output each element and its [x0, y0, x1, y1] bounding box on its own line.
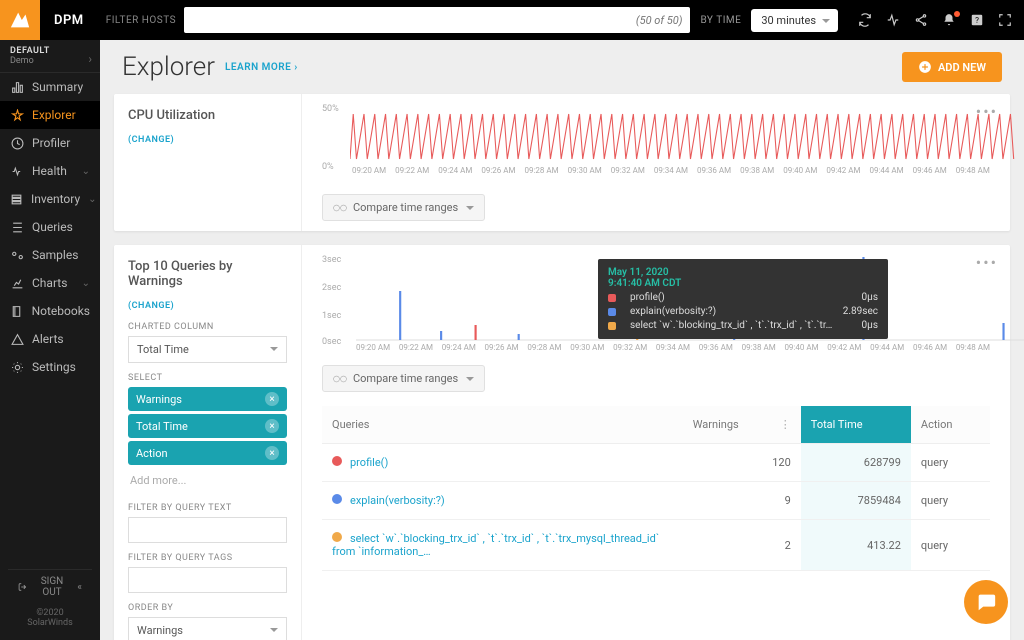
settings-icon	[10, 361, 24, 374]
charted-column-select[interactable]: Total Time	[128, 336, 287, 363]
sidebar-item-inventory[interactable]: Inventory⌄	[0, 185, 100, 213]
filter-hosts-input[interactable]	[184, 7, 690, 33]
queries-icon	[10, 221, 24, 234]
alerts-icon	[10, 333, 24, 346]
chart-tooltip: May 11, 2020 9:41:40 AM CDT profile()0µs…	[598, 259, 888, 339]
change-link[interactable]: (CHANGE)	[128, 135, 174, 145]
profiler-icon	[10, 137, 24, 150]
main-content: Explorer LEARN MORE › ADD NEW ••• CPU Ut…	[100, 40, 1024, 640]
add-more-button[interactable]: Add more...	[128, 468, 287, 493]
svg-text:?: ?	[975, 15, 979, 25]
sign-out-button[interactable]: SIGN OUT «	[8, 569, 92, 604]
collapse-icon[interactable]: «	[77, 582, 82, 593]
cpu-card: ••• CPU Utilization (CHANGE) 50% 0% 09:2…	[114, 94, 1010, 231]
remove-icon[interactable]: ×	[265, 419, 279, 433]
sidebar: DEFAULT Demo › SummaryExplorerProfilerHe…	[0, 40, 100, 640]
topbar: DPM FILTER HOSTS BY TIME 30 minutes ?	[0, 0, 1024, 40]
help-icon[interactable]: ?	[970, 13, 984, 27]
share-icon[interactable]	[914, 13, 928, 27]
top-card-title: Top 10 Queries by Warnings	[128, 259, 287, 289]
table-row[interactable]: profile()120628799query	[322, 444, 990, 482]
sidebar-item-notebooks[interactable]: Notebooks	[0, 297, 100, 325]
chip-warnings[interactable]: Warnings×	[128, 387, 287, 411]
top-queries-card: ••• Top 10 Queries by Warnings (CHANGE) …	[114, 245, 1010, 640]
samples-icon	[10, 249, 24, 262]
queries-chart[interactable]: 3sec 2sec 1sec 0sec	[322, 255, 990, 355]
col-action[interactable]: Action	[911, 406, 990, 444]
col-warnings[interactable]: Warnings ⋮	[683, 406, 801, 444]
sidebar-item-settings[interactable]: Settings	[0, 353, 100, 381]
filter-hosts-label: FILTER HOSTS	[98, 15, 184, 26]
queries-table: Queries Warnings ⋮ Total Time Action pro…	[322, 406, 990, 571]
sidebar-item-health[interactable]: Health⌄	[0, 157, 100, 185]
time-range-select[interactable]: 30 minutes	[751, 9, 838, 32]
activity-icon[interactable]	[886, 13, 900, 27]
charts-icon	[10, 277, 24, 290]
chip-action[interactable]: Action×	[128, 441, 287, 465]
sidebar-item-profiler[interactable]: Profiler	[0, 129, 100, 157]
chevron-down-icon: ⌄	[88, 194, 96, 205]
remove-icon[interactable]: ×	[265, 392, 279, 406]
chevron-right-icon: ›	[88, 52, 92, 66]
explorer-icon	[10, 109, 24, 122]
col-total-time[interactable]: Total Time	[801, 406, 911, 444]
chip-total-time[interactable]: Total Time×	[128, 414, 287, 438]
chevron-down-icon: ⌄	[82, 278, 90, 289]
inventory-icon	[10, 193, 23, 206]
fullscreen-icon[interactable]	[998, 13, 1012, 27]
environment-selector[interactable]: DEFAULT Demo ›	[0, 40, 100, 73]
chat-fab[interactable]	[964, 580, 1008, 624]
bell-icon[interactable]	[942, 13, 956, 27]
filter-query-tags-input[interactable]	[128, 567, 287, 593]
notebooks-icon	[10, 305, 24, 318]
brand: DPM	[40, 13, 98, 28]
refresh-icon[interactable]	[858, 13, 872, 27]
sidebar-item-explorer[interactable]: Explorer	[0, 101, 100, 129]
learn-more-link[interactable]: LEARN MORE ›	[225, 62, 298, 73]
sidebar-item-summary[interactable]: Summary	[0, 73, 100, 101]
add-new-button[interactable]: ADD NEW	[902, 52, 1002, 82]
table-row[interactable]: select `w`.`blocking_trx_id` , `t`.`trx_…	[322, 520, 990, 571]
sidebar-item-queries[interactable]: Queries	[0, 213, 100, 241]
page-title: Explorer	[122, 52, 215, 82]
change-link[interactable]: (CHANGE)	[128, 301, 174, 311]
sidebar-item-charts[interactable]: Charts⌄	[0, 269, 100, 297]
col-queries[interactable]: Queries	[322, 406, 683, 444]
sidebar-item-samples[interactable]: Samples	[0, 241, 100, 269]
bytime-label: BY TIME	[690, 15, 751, 26]
sidebar-item-alerts[interactable]: Alerts	[0, 325, 100, 353]
compare-ranges-button[interactable]: Compare time ranges	[322, 365, 485, 392]
chevron-down-icon: ⌄	[82, 166, 90, 177]
health-icon	[10, 165, 24, 178]
order-by-select[interactable]: Warnings	[128, 617, 287, 640]
summary-icon	[10, 81, 24, 94]
table-row[interactable]: explain(verbosity:?)97859484query	[322, 482, 990, 520]
cpu-card-title: CPU Utilization	[128, 108, 287, 123]
compare-ranges-button[interactable]: Compare time ranges	[322, 194, 485, 221]
logo	[0, 0, 40, 40]
remove-icon[interactable]: ×	[265, 446, 279, 460]
filter-query-text-input[interactable]	[128, 517, 287, 543]
cpu-chart[interactable]: 50% 0% 09:20 AM09:22 AM09:24 AM09:26 AM0…	[322, 104, 990, 184]
